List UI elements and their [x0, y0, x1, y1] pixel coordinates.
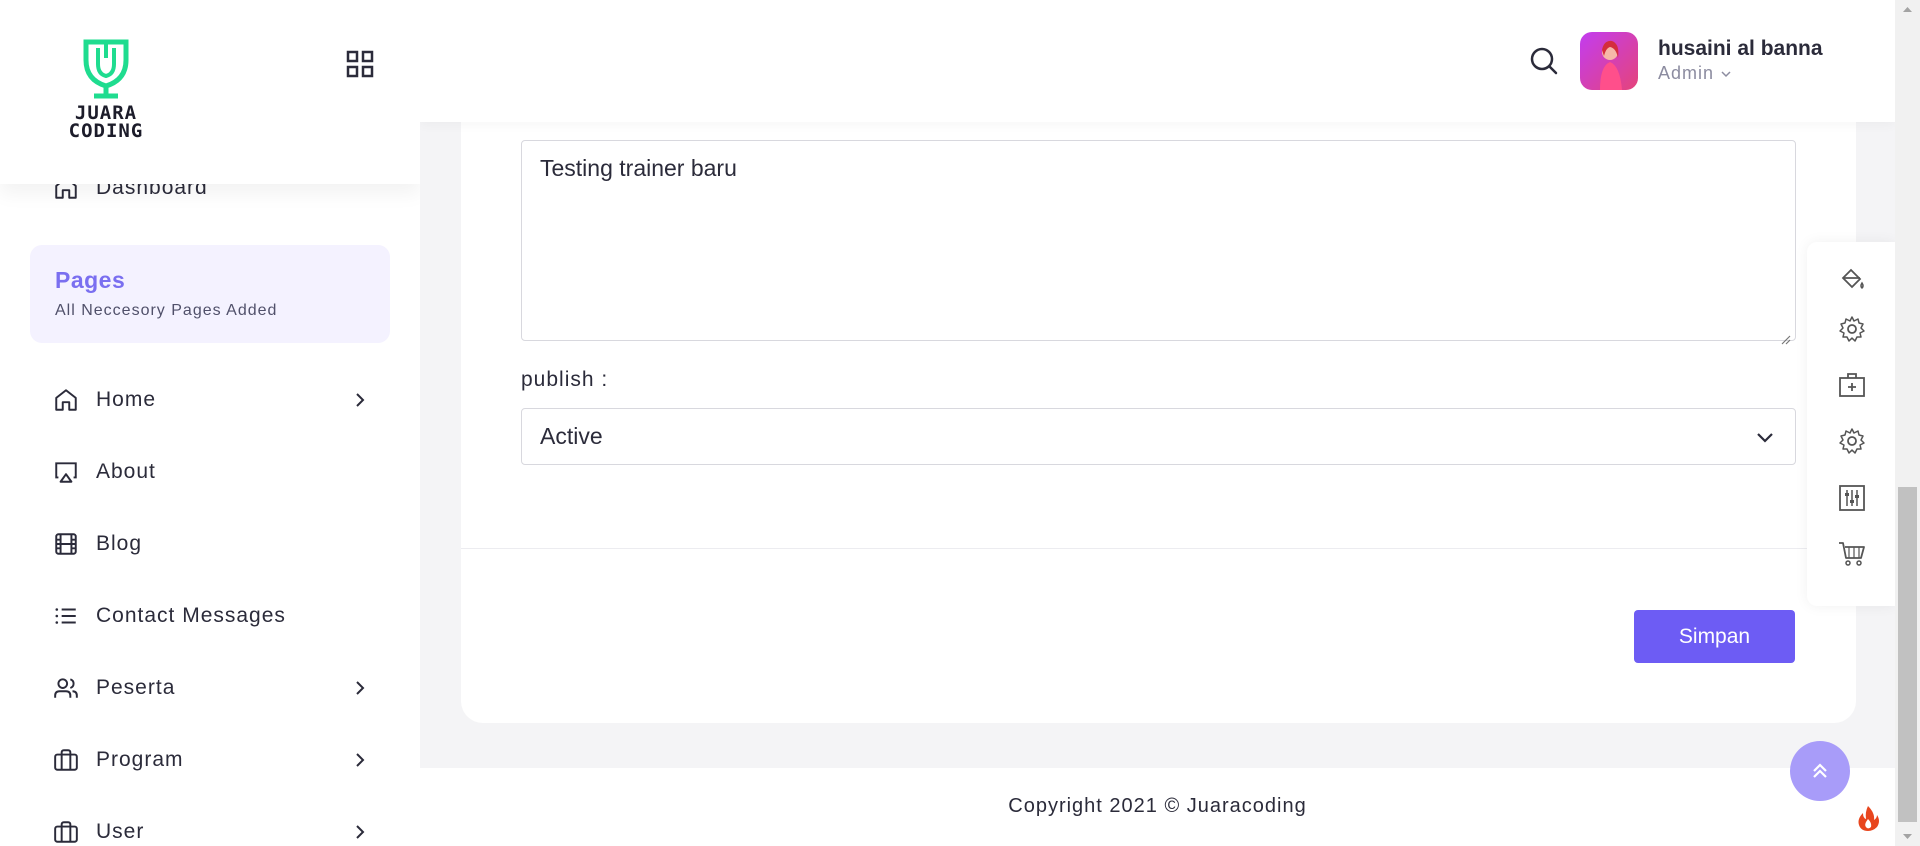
description-textarea[interactable]: Testing trainer baru [521, 140, 1796, 345]
scroll-down-arrow-icon[interactable] [1895, 826, 1920, 846]
sidebar-item-peserta[interactable]: Peserta [52, 670, 372, 706]
scroll-to-top-button[interactable] [1790, 741, 1850, 801]
juara-coding-logo[interactable]: JUARA CODING [48, 38, 164, 146]
airplay-icon [52, 458, 80, 486]
sidebar-item-blog[interactable]: Blog [52, 526, 372, 562]
sidebar-item-label: Program [96, 748, 184, 771]
pages-section-title: Pages [55, 267, 126, 293]
briefcase-icon [52, 746, 80, 774]
briefcase-icon [52, 818, 80, 846]
brand-area: JUARA CODING [0, 0, 420, 184]
chevron-right-icon [348, 820, 372, 844]
list-icon [52, 602, 80, 630]
paint-bucket-icon[interactable] [1837, 264, 1867, 294]
chevron-down-icon [1753, 425, 1777, 449]
sidebar-item-label: Home [96, 388, 157, 411]
page-scrollbar[interactable] [1895, 0, 1920, 846]
double-chevron-up-icon [1809, 760, 1831, 782]
home-icon [52, 386, 80, 414]
scroll-up-arrow-icon[interactable] [1895, 0, 1920, 20]
divider [461, 548, 1856, 549]
pages-section-subtitle: All Neccesory Pages Added [55, 302, 278, 319]
chevron-right-icon [348, 748, 372, 772]
user-name: husaini al banna [1658, 37, 1823, 60]
users-icon [52, 674, 80, 702]
sliders-icon[interactable] [1837, 483, 1867, 513]
flame-icon[interactable] [1842, 792, 1894, 844]
sidebar-item-label: User [96, 820, 145, 843]
footer: Copyright 2021 © Juaracoding [420, 768, 1895, 846]
sidebar-item-home[interactable]: Home [52, 382, 372, 418]
sidebar: JUARA CODING Dashboard Pages All Necceso… [0, 0, 420, 846]
gear-icon[interactable] [1837, 426, 1867, 456]
sidebar-item-label: About [96, 460, 156, 483]
search-icon[interactable] [1528, 45, 1560, 77]
save-button[interactable]: Simpan [1634, 610, 1795, 663]
publish-label: publish : [521, 368, 609, 391]
sidebar-item-label: Blog [96, 532, 143, 555]
scrollbar-thumb[interactable] [1898, 487, 1917, 822]
trophy-icon [83, 39, 129, 99]
sidebar-item-label: Peserta [96, 676, 176, 699]
chevron-right-icon [348, 676, 372, 700]
sidebar-item-user[interactable]: User [52, 814, 372, 846]
logo-wordmark: JUARA CODING [68, 102, 144, 142]
medical-box-icon[interactable] [1837, 370, 1867, 400]
top-header: husaini al banna Admin [420, 0, 1895, 122]
sidebar-item-label: Contact Messages [96, 604, 286, 627]
publish-select[interactable]: Active [521, 408, 1796, 465]
publish-selected-value: Active [540, 423, 603, 449]
cart-icon[interactable] [1837, 539, 1867, 569]
gear-icon[interactable] [1837, 314, 1867, 344]
user-role-label: Admin [1658, 63, 1715, 83]
user-role-dropdown[interactable]: Admin [1658, 63, 1732, 84]
description-value: Testing trainer baru [540, 155, 737, 181]
chevron-right-icon [348, 388, 372, 412]
chevron-down-icon [1720, 68, 1732, 80]
film-icon [52, 530, 80, 558]
sidebar-item-program[interactable]: Program [52, 742, 372, 778]
settings-tool-panel [1807, 242, 1895, 606]
form-card: Testing trainer baru publish : Active Si… [461, 60, 1856, 723]
avatar[interactable] [1580, 32, 1638, 90]
grid-menu-icon[interactable] [344, 48, 376, 80]
pages-section: Pages All Neccesory Pages Added [30, 245, 390, 343]
sidebar-item-contact-messages[interactable]: Contact Messages [52, 598, 372, 634]
resize-handle-icon[interactable] [1779, 324, 1791, 345]
sidebar-item-about[interactable]: About [52, 454, 372, 490]
copyright-text: Copyright 2021 © Juaracoding [1008, 795, 1307, 817]
